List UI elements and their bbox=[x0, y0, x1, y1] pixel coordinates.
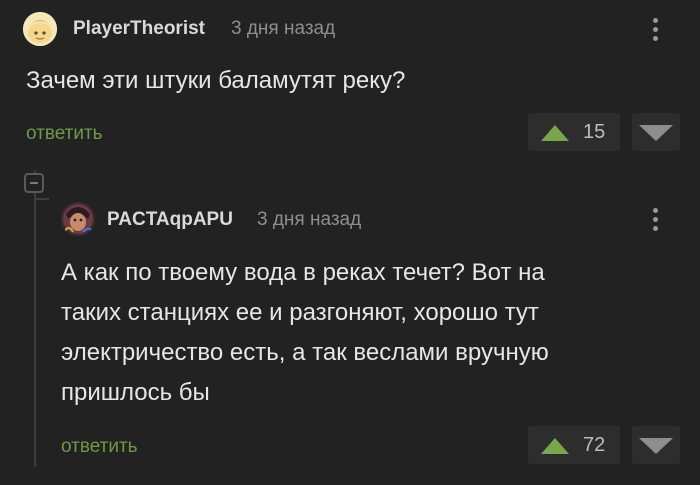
avatar[interactable] bbox=[61, 202, 95, 236]
username[interactable]: PACTAqpAPU bbox=[107, 209, 233, 231]
downvote-button[interactable] bbox=[632, 426, 680, 464]
avatar[interactable] bbox=[23, 12, 57, 46]
comment-text: Зачем эти штуки баламутят реку? bbox=[26, 67, 406, 94]
kebab-menu-icon[interactable] bbox=[645, 204, 665, 234]
comment-text-line: А как по твоему вода в реках течет? Вот … bbox=[61, 259, 545, 286]
thread-branch bbox=[35, 198, 49, 200]
upvote-button[interactable]: 15 bbox=[528, 113, 620, 151]
upvote-arrow-icon bbox=[541, 438, 569, 454]
timestamp: 3 дня назад bbox=[257, 209, 362, 230]
vote-count: 15 bbox=[583, 121, 606, 143]
username[interactable]: PlayerTheorist bbox=[73, 18, 205, 40]
comment-text: А как по твоему вода в реках течет? Вот … bbox=[61, 253, 549, 413]
downvote-button[interactable] bbox=[632, 113, 680, 151]
upvote-button[interactable]: 72 bbox=[528, 426, 620, 464]
comment-text-line: электричество есть, а так веслами вручну… bbox=[61, 339, 549, 366]
comment-text-line: таких станциях ее и разгоняют, хорошо ту… bbox=[61, 299, 539, 326]
thread-line bbox=[34, 170, 36, 467]
collapse-thread-icon[interactable] bbox=[24, 173, 44, 193]
reply-button[interactable]: ответить bbox=[61, 436, 138, 458]
comment-thread: PlayerTheorist 3 дня назад Зачем эти шту… bbox=[0, 0, 700, 485]
kebab-menu-icon[interactable] bbox=[645, 14, 665, 44]
timestamp: 3 дня назад bbox=[231, 18, 336, 39]
comment-text-line: пришлось бы bbox=[61, 379, 210, 406]
downvote-arrow-icon bbox=[639, 438, 673, 454]
vote-count: 72 bbox=[583, 434, 606, 456]
comment-1: PlayerTheorist 3 дня назад Зачем эти шту… bbox=[0, 0, 700, 170]
upvote-arrow-icon bbox=[541, 125, 569, 141]
reply-button[interactable]: ответить bbox=[26, 123, 103, 145]
downvote-arrow-icon bbox=[639, 125, 673, 141]
